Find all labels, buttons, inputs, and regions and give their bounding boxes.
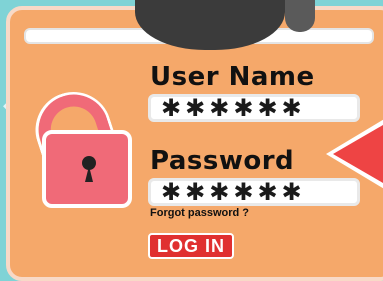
- forgot-password-link[interactable]: Forgot password ?: [150, 207, 249, 219]
- username-label: User Name: [150, 62, 315, 92]
- padlock-body: [42, 130, 132, 208]
- password-value: ✱✱✱✱✱✱: [161, 178, 306, 206]
- arrow-pointer-fill: [333, 125, 383, 183]
- keyhole-stem: [85, 166, 93, 182]
- login-button[interactable]: LOG IN: [148, 233, 234, 259]
- username-value: ✱✱✱✱✱✱: [161, 94, 306, 122]
- password-label: Password: [150, 146, 295, 176]
- dark-overhang-decoration: [285, 0, 315, 32]
